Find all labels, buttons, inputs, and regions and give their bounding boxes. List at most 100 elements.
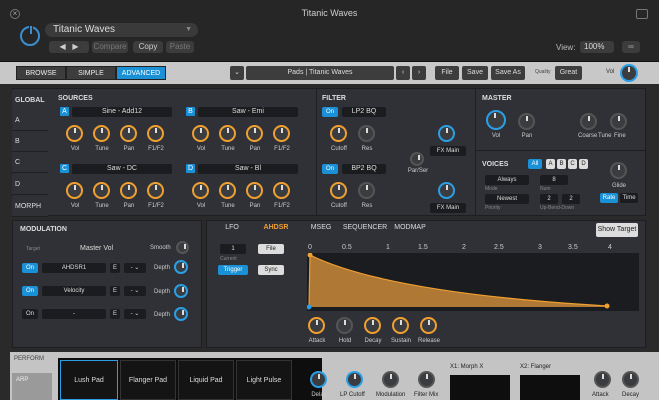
osc-b-badge[interactable]: B bbox=[186, 107, 195, 116]
lp-cutoff-knob[interactable] bbox=[346, 371, 363, 388]
osc-b-wave[interactable]: Saw - Emi bbox=[198, 107, 298, 117]
master-pan-knob[interactable] bbox=[518, 113, 535, 130]
voices-all-button[interactable]: All bbox=[528, 159, 542, 169]
preset-dropdown[interactable]: Titanic Waves ▼ bbox=[45, 23, 198, 37]
filter1-fx-knob[interactable] bbox=[438, 125, 455, 142]
voices-bend-up-select[interactable]: 2 bbox=[540, 194, 558, 204]
tab-lfo[interactable]: LFO bbox=[218, 222, 246, 234]
voices-mode-select[interactable]: Always bbox=[485, 175, 529, 185]
osc-c-wave[interactable]: Saw - DC bbox=[72, 164, 172, 174]
mod1-depth-knob[interactable] bbox=[174, 260, 188, 274]
file-button[interactable]: File bbox=[435, 66, 459, 80]
zoom-select[interactable]: 100% bbox=[580, 41, 614, 53]
osc-b-vol-knob[interactable] bbox=[192, 125, 209, 142]
master-vol-knob[interactable] bbox=[486, 110, 506, 130]
sidebar-a[interactable]: A bbox=[12, 110, 48, 131]
filter1-cutoff-knob[interactable] bbox=[330, 125, 347, 142]
modulation-knob[interactable] bbox=[382, 371, 399, 388]
save-button[interactable]: Save bbox=[462, 66, 488, 80]
perform-attack-knob[interactable] bbox=[594, 371, 611, 388]
power-icon[interactable] bbox=[20, 25, 40, 46]
voices-num-select[interactable]: 8 bbox=[540, 175, 568, 185]
master-volume-knob[interactable] bbox=[620, 64, 638, 82]
x2-pad[interactable] bbox=[520, 375, 580, 400]
osc-d-badge[interactable]: D bbox=[186, 164, 195, 173]
mod2-on-button[interactable]: On bbox=[22, 286, 38, 296]
osc-a-f1f2-knob[interactable] bbox=[147, 125, 164, 142]
mod3-on-button[interactable]: On bbox=[22, 309, 38, 319]
decay-knob[interactable] bbox=[364, 317, 381, 334]
filter1-type[interactable]: LP2 BQ bbox=[342, 107, 386, 117]
expand-icon[interactable] bbox=[636, 9, 648, 19]
filter2-fx-select[interactable]: FX Main bbox=[430, 203, 466, 213]
pad-liquid[interactable]: Liquid Pad bbox=[178, 360, 234, 400]
trigger-button[interactable]: Trigger bbox=[218, 265, 248, 275]
show-target-button[interactable]: Show Target bbox=[596, 223, 638, 237]
sync-button[interactable]: Sync bbox=[258, 265, 284, 275]
voices-bend-down-select[interactable]: 2 bbox=[562, 194, 580, 204]
osc-b-f1f2-knob[interactable] bbox=[273, 125, 290, 142]
voices-d-button[interactable]: D bbox=[579, 159, 588, 169]
voices-c-button[interactable]: C bbox=[568, 159, 577, 169]
filter1-on-button[interactable]: On bbox=[322, 107, 338, 117]
filter2-type[interactable]: BP2 BQ bbox=[342, 164, 386, 174]
env-file-button[interactable]: File bbox=[258, 244, 284, 254]
patch-menu-icon[interactable]: ⌄ bbox=[230, 66, 244, 80]
glide-knob[interactable] bbox=[610, 162, 627, 179]
smooth-knob[interactable] bbox=[176, 241, 189, 254]
compare-button[interactable]: Compare bbox=[92, 41, 128, 53]
master-coarse-knob[interactable] bbox=[580, 113, 597, 130]
osc-c-f1f2-knob[interactable] bbox=[147, 182, 164, 199]
quality-select[interactable]: Great bbox=[555, 66, 582, 80]
mod2-via-select[interactable]: - ⌄ bbox=[124, 286, 146, 296]
master-fine-knob[interactable] bbox=[610, 113, 627, 130]
filter1-res-knob[interactable] bbox=[358, 125, 375, 142]
mod2-depth-knob[interactable] bbox=[174, 284, 188, 298]
mod3-via-select[interactable]: - ⌄ bbox=[124, 309, 146, 319]
pad-light-pulse[interactable]: Light Pulse bbox=[236, 360, 292, 400]
target-value[interactable]: Master Vol bbox=[80, 245, 113, 252]
osc-d-f1f2-knob[interactable] bbox=[273, 182, 290, 199]
prev-patch-icon[interactable]: ‹ bbox=[396, 66, 410, 80]
osc-d-vol-knob[interactable] bbox=[192, 182, 209, 199]
mod1-source-select[interactable]: AHDSR1 bbox=[42, 263, 106, 273]
filter2-on-button[interactable]: On bbox=[322, 164, 338, 174]
next-patch-icon[interactable]: › bbox=[412, 66, 426, 80]
arp-button[interactable]: ARP bbox=[12, 373, 52, 400]
patch-name[interactable]: Pads | Titanic Waves bbox=[246, 66, 394, 80]
simple-tab[interactable]: SIMPLE bbox=[66, 66, 116, 80]
attack-knob[interactable] bbox=[308, 317, 325, 334]
voices-priority-select[interactable]: Newest bbox=[485, 194, 529, 204]
browse-tab[interactable]: BROWSE bbox=[16, 66, 66, 80]
osc-b-tune-knob[interactable] bbox=[219, 125, 236, 142]
glide-rate-button[interactable]: Rate bbox=[600, 193, 618, 203]
filter2-cutoff-knob[interactable] bbox=[330, 182, 347, 199]
osc-a-badge[interactable]: A bbox=[60, 107, 69, 116]
release-knob[interactable] bbox=[420, 317, 437, 334]
mod3-source-select[interactable]: - bbox=[42, 309, 106, 319]
link-icon[interactable]: ∞ bbox=[622, 41, 640, 53]
mod1-via-select[interactable]: - ⌄ bbox=[124, 263, 146, 273]
envelope-graph[interactable] bbox=[307, 253, 639, 311]
perform-decay-knob[interactable] bbox=[622, 371, 639, 388]
tab-mseg[interactable]: MSEG bbox=[306, 222, 336, 234]
x1-pad[interactable] bbox=[450, 375, 510, 400]
sustain-knob[interactable] bbox=[392, 317, 409, 334]
glide-time-button[interactable]: Time bbox=[620, 193, 638, 203]
sidebar-b[interactable]: B bbox=[12, 131, 48, 152]
release-point[interactable] bbox=[604, 303, 610, 309]
mod1-on-button[interactable]: On bbox=[22, 263, 38, 273]
filter2-fx-knob[interactable] bbox=[438, 182, 455, 199]
par-ser-knob[interactable] bbox=[410, 152, 424, 166]
osc-b-pan-knob[interactable] bbox=[246, 125, 263, 142]
mod3-e-button[interactable]: E bbox=[110, 309, 120, 319]
osc-a-wave[interactable]: Sine - Add12 bbox=[72, 107, 172, 117]
copy-button[interactable]: Copy bbox=[133, 41, 163, 53]
mod3-depth-knob[interactable] bbox=[174, 307, 188, 321]
voices-a-button[interactable]: A bbox=[546, 159, 555, 169]
mod2-e-button[interactable]: E bbox=[110, 286, 120, 296]
sidebar-morph[interactable]: MORPH bbox=[12, 196, 48, 217]
osc-c-badge[interactable]: C bbox=[60, 164, 69, 173]
save-as-button[interactable]: Save As bbox=[491, 66, 525, 80]
advanced-tab[interactable]: ADVANCED bbox=[116, 66, 166, 80]
